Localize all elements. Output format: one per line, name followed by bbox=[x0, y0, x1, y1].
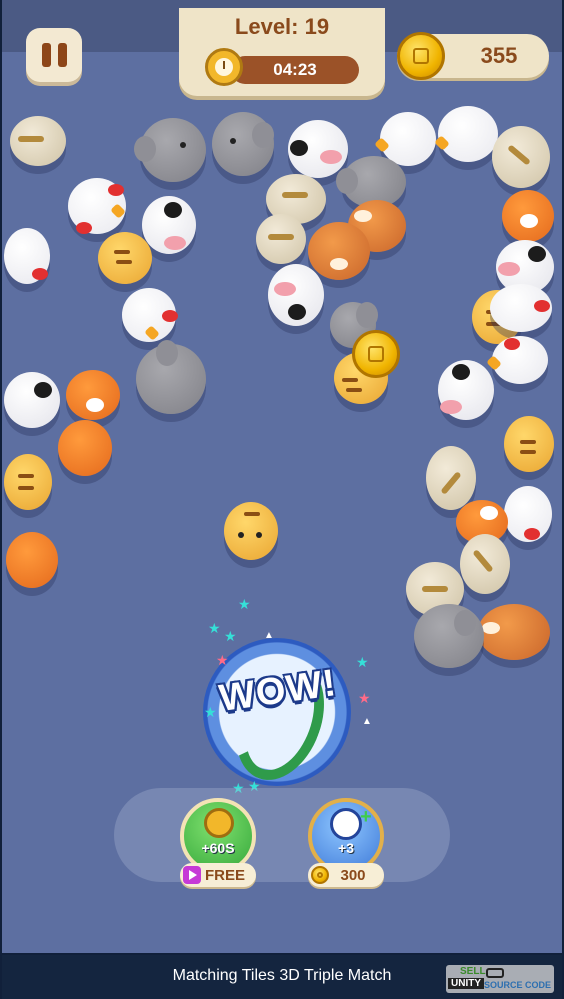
tile-cow[interactable] bbox=[288, 120, 348, 178]
sparkle-icon: ★ bbox=[238, 596, 251, 612]
tile-cow[interactable] bbox=[4, 372, 60, 428]
tile-chicken[interactable] bbox=[490, 284, 552, 332]
add-time-booster-label: +60S bbox=[201, 840, 235, 856]
sparkle-icon: ★ bbox=[224, 628, 237, 644]
tile-tiger[interactable] bbox=[504, 416, 554, 472]
tile-tiger[interactable] bbox=[98, 232, 152, 284]
tile-cow[interactable] bbox=[268, 264, 324, 326]
tile-cow[interactable] bbox=[438, 360, 494, 420]
tile-shell[interactable] bbox=[492, 126, 550, 188]
tile-shell[interactable] bbox=[426, 446, 476, 510]
coin-count: 355 bbox=[480, 43, 518, 68]
watermark-unity: UNITY bbox=[448, 978, 484, 989]
sparkle-icon: ▲ bbox=[264, 630, 274, 641]
tile-elephant[interactable] bbox=[134, 118, 206, 182]
tile-elephant[interactable] bbox=[414, 604, 484, 668]
pause-icon bbox=[41, 43, 51, 67]
tile-elephant[interactable] bbox=[212, 112, 274, 176]
tile-fox[interactable] bbox=[502, 190, 554, 242]
ball-icon bbox=[330, 808, 362, 840]
coin-icon bbox=[311, 866, 329, 884]
tile-chicken[interactable] bbox=[434, 106, 498, 162]
tile-tiger[interactable] bbox=[4, 454, 52, 510]
tile-dog[interactable] bbox=[478, 604, 550, 660]
sparkle-icon: ▲ bbox=[362, 716, 372, 727]
tile-shell[interactable] bbox=[10, 116, 66, 166]
gamepad-icon bbox=[486, 968, 504, 978]
pause-button[interactable] bbox=[26, 28, 82, 82]
level-label: Level: 19 bbox=[234, 14, 330, 39]
stopwatch-icon bbox=[204, 808, 234, 838]
game-board[interactable]: WOW! ★ ★ ★ ★ ★ ★ ★ ★ ★ ▲ ▲ Level: 19 04:… bbox=[2, 0, 562, 953]
watermark-logo: SELL UNITY SOURCE CODE bbox=[446, 965, 554, 993]
booster-tray bbox=[114, 788, 450, 882]
tile-fox[interactable] bbox=[58, 420, 112, 476]
coin-counter: 355 bbox=[397, 32, 549, 80]
tile-tiger[interactable] bbox=[224, 502, 278, 560]
coin-icon bbox=[397, 32, 445, 80]
timer-display: 04:23 bbox=[231, 56, 359, 84]
tile-dog[interactable] bbox=[308, 222, 370, 280]
pause-icon bbox=[57, 43, 67, 67]
video-play-icon bbox=[183, 866, 201, 884]
sparkle-icon: ★ bbox=[358, 690, 371, 706]
tile-elephant[interactable] bbox=[136, 340, 206, 414]
tile-chicken[interactable] bbox=[122, 288, 178, 342]
sparkle-icon: ★ bbox=[216, 652, 229, 668]
tile-fox[interactable] bbox=[66, 370, 120, 420]
watch-ad-free-button[interactable]: FREE bbox=[180, 863, 256, 887]
sparkle-icon: ★ bbox=[204, 704, 217, 720]
tile-fox[interactable] bbox=[6, 532, 58, 588]
tile-shell[interactable] bbox=[256, 214, 306, 264]
tile-cow[interactable] bbox=[142, 196, 196, 254]
buy-shuffle-button[interactable]: 300 bbox=[308, 863, 384, 887]
watermark-sell: SELL bbox=[460, 966, 486, 977]
sparkle-icon: ★ bbox=[208, 620, 221, 636]
tile-chicken[interactable] bbox=[504, 486, 552, 542]
plus-icon: + bbox=[360, 806, 372, 828]
tile-shell[interactable] bbox=[460, 534, 510, 594]
sparkle-icon: ★ bbox=[356, 654, 369, 670]
watermark-source-code: SOURCE CODE bbox=[484, 980, 552, 990]
shuffle-booster-label: +3 bbox=[338, 840, 354, 856]
tile-chicken[interactable] bbox=[4, 228, 50, 284]
coin-pickup[interactable] bbox=[352, 330, 400, 378]
stopwatch-icon bbox=[205, 48, 243, 86]
tile-chicken[interactable] bbox=[68, 178, 126, 234]
level-panel: Level: 19 04:23 bbox=[179, 8, 385, 96]
tile-chicken[interactable] bbox=[486, 336, 548, 384]
